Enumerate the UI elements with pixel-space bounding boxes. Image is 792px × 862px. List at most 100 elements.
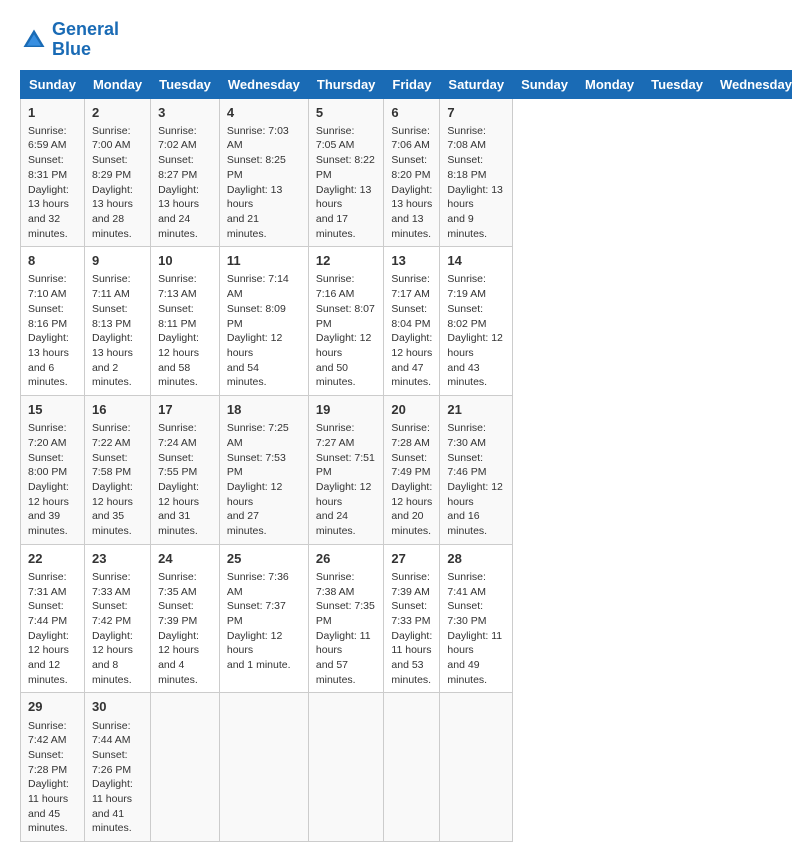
day-info: Sunrise: 7:44 AM Sunset: 7:26 PM Dayligh… — [92, 719, 143, 837]
page-header: General Blue — [20, 20, 772, 60]
calendar-cell: 26 Sunrise: 7:38 AM Sunset: 7:35 PM Dayli… — [308, 544, 384, 693]
calendar-cell: 11 Sunrise: 7:14 AM Sunset: 8:09 PM Dayli… — [219, 247, 308, 396]
day-number: 27 — [391, 550, 432, 568]
calendar-cell: 8Sunrise: 7:10 AM Sunset: 8:16 PM Daylig… — [21, 247, 85, 396]
day-number: 13 — [391, 252, 432, 270]
calendar-row-3: 15 Sunrise: 7:20 AM Sunset: 8:00 PM Dayli… — [21, 395, 792, 544]
day-info: Sunrise: 7:27 AM Sunset: 7:51 PM Dayligh… — [316, 421, 377, 539]
day-number: 19 — [316, 401, 377, 419]
day-header-monday: Monday — [84, 70, 150, 98]
calendar-cell: 12 Sunrise: 7:16 AM Sunset: 8:07 PM Dayli… — [308, 247, 384, 396]
day-info: Sunrise: 7:30 AM Sunset: 7:46 PM Dayligh… — [447, 421, 505, 539]
day-info: Sunrise: 7:33 AM Sunset: 7:42 PM Dayligh… — [92, 570, 143, 688]
day-info: Sunrise: 7:17 AM Sunset: 8:04 PM Dayligh… — [391, 272, 432, 390]
day-number: 26 — [316, 550, 377, 568]
day-info: Sunrise: 7:20 AM Sunset: 8:00 PM Dayligh… — [28, 421, 77, 539]
calendar-table: SundayMondayTuesdayWednesdayThursdayFrid… — [20, 70, 792, 842]
day-header-monday: Monday — [577, 70, 643, 98]
day-info: Sunrise: 7:35 AM Sunset: 7:39 PM Dayligh… — [158, 570, 212, 688]
calendar-cell — [219, 693, 308, 842]
day-info: Sunrise: 7:28 AM Sunset: 7:49 PM Dayligh… — [391, 421, 432, 539]
calendar-cell: 9 Sunrise: 7:11 AM Sunset: 8:13 PM Daylig… — [84, 247, 150, 396]
day-info: Sunrise: 7:39 AM Sunset: 7:33 PM Dayligh… — [391, 570, 432, 688]
day-header-sunday: Sunday — [21, 70, 85, 98]
day-info: Sunrise: 7:19 AM Sunset: 8:02 PM Dayligh… — [447, 272, 505, 390]
calendar-cell: 17 Sunrise: 7:24 AM Sunset: 7:55 PM Dayli… — [151, 395, 220, 544]
calendar-row-5: 29 Sunrise: 7:42 AM Sunset: 7:28 PM Dayli… — [21, 693, 792, 842]
day-header-friday: Friday — [384, 70, 440, 98]
day-info: Sunrise: 7:41 AM Sunset: 7:30 PM Dayligh… — [447, 570, 505, 688]
day-number: 8 — [28, 252, 77, 270]
calendar-row-1: 1 Sunrise: 6:59 AM Sunset: 8:31 PM Daylig… — [21, 98, 792, 247]
day-info: Sunrise: 7:08 AM Sunset: 8:18 PM Dayligh… — [447, 124, 505, 242]
day-header-wednesday: Wednesday — [711, 70, 792, 98]
calendar-cell: 23Sunrise: 7:33 AM Sunset: 7:42 PM Dayli… — [84, 544, 150, 693]
day-info: Sunrise: 7:38 AM Sunset: 7:35 PM Dayligh… — [316, 570, 377, 688]
day-number: 2 — [92, 104, 143, 122]
day-header-tuesday: Tuesday — [643, 70, 712, 98]
calendar-cell — [308, 693, 384, 842]
logo: General Blue — [20, 20, 119, 60]
logo-text: General Blue — [52, 20, 119, 60]
day-header-sunday: Sunday — [513, 70, 577, 98]
day-info: Sunrise: 7:00 AM Sunset: 8:29 PM Dayligh… — [92, 124, 143, 242]
day-number: 12 — [316, 252, 377, 270]
day-info: Sunrise: 7:22 AM Sunset: 7:58 PM Dayligh… — [92, 421, 143, 539]
day-number: 28 — [447, 550, 505, 568]
calendar-cell — [440, 693, 513, 842]
day-number: 10 — [158, 252, 212, 270]
calendar-cell: 2 Sunrise: 7:00 AM Sunset: 8:29 PM Daylig… — [84, 98, 150, 247]
day-info: Sunrise: 7:14 AM Sunset: 8:09 PM Dayligh… — [227, 272, 301, 390]
day-header-tuesday: Tuesday — [151, 70, 220, 98]
day-info: Sunrise: 7:36 AM Sunset: 7:37 PM Dayligh… — [227, 570, 301, 673]
calendar-cell: 7 Sunrise: 7:08 AM Sunset: 8:18 PM Daylig… — [440, 98, 513, 247]
day-info: Sunrise: 7:24 AM Sunset: 7:55 PM Dayligh… — [158, 421, 212, 539]
logo-icon — [20, 26, 48, 54]
day-number: 9 — [92, 252, 143, 270]
day-number: 11 — [227, 252, 301, 270]
day-header-wednesday: Wednesday — [219, 70, 308, 98]
day-info: Sunrise: 7:06 AM Sunset: 8:20 PM Dayligh… — [391, 124, 432, 242]
day-number: 4 — [227, 104, 301, 122]
calendar-row-4: 22Sunrise: 7:31 AM Sunset: 7:44 PM Dayli… — [21, 544, 792, 693]
day-number: 30 — [92, 698, 143, 716]
calendar-cell: 28 Sunrise: 7:41 AM Sunset: 7:30 PM Dayli… — [440, 544, 513, 693]
day-info: Sunrise: 7:25 AM Sunset: 7:53 PM Dayligh… — [227, 421, 301, 539]
day-number: 7 — [447, 104, 505, 122]
calendar-cell: 18Sunrise: 7:25 AM Sunset: 7:53 PM Dayli… — [219, 395, 308, 544]
calendar-cell: 30 Sunrise: 7:44 AM Sunset: 7:26 PM Dayli… — [84, 693, 150, 842]
calendar-cell: 21 Sunrise: 7:30 AM Sunset: 7:46 PM Dayli… — [440, 395, 513, 544]
day-number: 15 — [28, 401, 77, 419]
calendar-cell: 27 Sunrise: 7:39 AM Sunset: 7:33 PM Dayli… — [384, 544, 440, 693]
day-info: Sunrise: 7:11 AM Sunset: 8:13 PM Dayligh… — [92, 272, 143, 390]
calendar-header-row: SundayMondayTuesdayWednesdayThursdayFrid… — [21, 70, 792, 98]
calendar-cell: 5Sunrise: 7:05 AM Sunset: 8:22 PM Daylig… — [308, 98, 384, 247]
day-info: Sunrise: 7:03 AM Sunset: 8:25 PM Dayligh… — [227, 124, 301, 242]
calendar-cell: 13 Sunrise: 7:17 AM Sunset: 8:04 PM Dayli… — [384, 247, 440, 396]
day-info: Sunrise: 7:42 AM Sunset: 7:28 PM Dayligh… — [28, 719, 77, 837]
calendar-cell: 19 Sunrise: 7:27 AM Sunset: 7:51 PM Dayli… — [308, 395, 384, 544]
calendar-cell: 1 Sunrise: 6:59 AM Sunset: 8:31 PM Daylig… — [21, 98, 85, 247]
day-header-saturday: Saturday — [440, 70, 513, 98]
calendar-cell: 14Sunrise: 7:19 AM Sunset: 8:02 PM Dayli… — [440, 247, 513, 396]
calendar-cell — [151, 693, 220, 842]
calendar-cell: 3 Sunrise: 7:02 AM Sunset: 8:27 PM Daylig… — [151, 98, 220, 247]
day-info: Sunrise: 6:59 AM Sunset: 8:31 PM Dayligh… — [28, 124, 77, 242]
day-number: 3 — [158, 104, 212, 122]
day-header-thursday: Thursday — [308, 70, 384, 98]
day-number: 29 — [28, 698, 77, 716]
calendar-cell: 10 Sunrise: 7:13 AM Sunset: 8:11 PM Dayli… — [151, 247, 220, 396]
day-number: 1 — [28, 104, 77, 122]
calendar-cell: 6Sunrise: 7:06 AM Sunset: 8:20 PM Daylig… — [384, 98, 440, 247]
day-info: Sunrise: 7:13 AM Sunset: 8:11 PM Dayligh… — [158, 272, 212, 390]
day-number: 21 — [447, 401, 505, 419]
calendar-cell: 4 Sunrise: 7:03 AM Sunset: 8:25 PM Daylig… — [219, 98, 308, 247]
day-info: Sunrise: 7:02 AM Sunset: 8:27 PM Dayligh… — [158, 124, 212, 242]
day-number: 24 — [158, 550, 212, 568]
calendar-cell: 16 Sunrise: 7:22 AM Sunset: 7:58 PM Dayli… — [84, 395, 150, 544]
day-info: Sunrise: 7:16 AM Sunset: 8:07 PM Dayligh… — [316, 272, 377, 390]
day-number: 16 — [92, 401, 143, 419]
calendar-cell: 29 Sunrise: 7:42 AM Sunset: 7:28 PM Dayli… — [21, 693, 85, 842]
calendar-cell: 24 Sunrise: 7:35 AM Sunset: 7:39 PM Dayli… — [151, 544, 220, 693]
day-number: 17 — [158, 401, 212, 419]
